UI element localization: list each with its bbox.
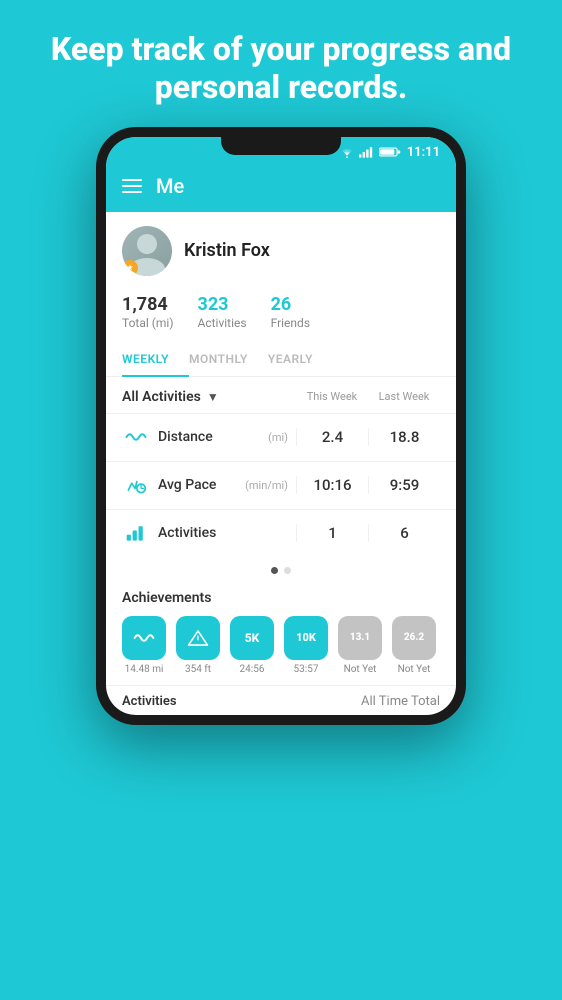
5k-achievement-badge: 5K (230, 616, 274, 660)
stat-miles-value: 1,784 (122, 294, 174, 315)
distance-last-week: 18.8 (368, 428, 440, 446)
stat-activities[interactable]: 323 Activities (198, 294, 247, 330)
list-item[interactable]: 14.48 mi (122, 616, 166, 675)
battery-icon (379, 146, 401, 158)
filter-left[interactable]: All Activities ▼ (122, 389, 219, 405)
bottom-bar-activities[interactable]: Activities (122, 694, 177, 709)
wifi-icon (339, 146, 355, 158)
list-item[interactable]: 26.2 Not Yet (392, 616, 436, 675)
distance-label: Distance (158, 429, 268, 445)
stat-friends[interactable]: 26 Friends (271, 294, 310, 330)
stat-friends-label: Friends (271, 316, 310, 330)
5k-achievement-label: 24:56 (240, 664, 265, 675)
marathon-achievement-label: Not Yet (398, 664, 431, 675)
activities-last-week: 6 (368, 524, 440, 542)
status-icons (339, 146, 401, 158)
col-headers: This Week Last Week (296, 390, 440, 403)
tab-yearly[interactable]: YEARLY (268, 342, 333, 376)
pagination-dot-2[interactable] (284, 567, 291, 574)
pagination-dots (106, 557, 456, 582)
10k-achievement-badge: 10K (284, 616, 328, 660)
elevation-achievement-badge (176, 616, 220, 660)
half-marathon-achievement-badge: 13.1 (338, 616, 382, 660)
app-header-title: Me (156, 174, 184, 198)
filter-label: All Activities (122, 389, 201, 405)
gold-badge: ★ (122, 260, 138, 276)
half-marathon-achievement-label: Not Yet (344, 664, 377, 675)
stats-row: 1,784 Total (mi) 323 Activities 26 Frien… (106, 286, 456, 342)
tab-weekly[interactable]: WEEKLY (122, 342, 189, 376)
elevation-achievement-label: 354 ft (185, 664, 211, 675)
list-item[interactable]: 354 ft (176, 616, 220, 675)
metrics-table: Distance (mi) 2.4 18.8 Avg Pace (min/mi) (106, 413, 456, 557)
activities-icon (122, 524, 150, 542)
app-header: Me (106, 164, 456, 212)
stat-activities-value: 323 (198, 294, 247, 315)
achievements-title: Achievements (122, 590, 440, 606)
distance-achievement-label: 14.48 mi (125, 664, 164, 675)
phone-notch (221, 137, 341, 155)
distance-achievement-badge (122, 616, 166, 660)
marathon-achievement-badge: 26.2 (392, 616, 436, 660)
list-item[interactable]: 5K 24:56 (230, 616, 274, 675)
phone-screen: 11:11 Me ★ Kristin Fox 1,784 Tot (106, 137, 456, 715)
phone-frame: 11:11 Me ★ Kristin Fox 1,784 Tot (96, 127, 466, 725)
achievements-list: 14.48 mi 354 ft 5K 24:56 (122, 616, 440, 675)
filter-arrow-icon: ▼ (207, 390, 219, 404)
stat-total-miles: 1,784 Total (mi) (122, 294, 174, 330)
profile-section: ★ Kristin Fox (106, 212, 456, 286)
signal-icon (359, 146, 375, 158)
activities-this-week: 1 (296, 524, 368, 542)
pace-label: Avg Pace (158, 477, 245, 493)
list-item[interactable]: 10K 53:57 (284, 616, 328, 675)
stat-miles-label: Total (mi) (122, 316, 174, 330)
table-row: Distance (mi) 2.4 18.8 (106, 413, 456, 461)
pace-this-week: 10:16 (296, 476, 368, 494)
tabs-row: WEEKLY MONTHLY YEARLY (106, 342, 456, 377)
10k-achievement-label: 53:57 (294, 664, 319, 675)
headline-text: Keep track of your progress and personal… (40, 30, 522, 107)
stat-activities-label: Activities (198, 316, 247, 330)
profile-name: Kristin Fox (184, 240, 270, 261)
list-item[interactable]: 13.1 Not Yet (338, 616, 382, 675)
activities-label: Activities (158, 525, 288, 541)
table-row: Avg Pace (min/mi) 10:16 9:59 (106, 461, 456, 509)
avatar[interactable]: ★ (122, 226, 172, 276)
pace-icon (122, 476, 150, 494)
achievements-section: Achievements 14.48 mi (106, 582, 456, 685)
last-week-header: Last Week (368, 390, 440, 403)
this-week-header: This Week (296, 390, 368, 403)
pagination-dot-1[interactable] (271, 567, 278, 574)
activity-filter-row: All Activities ▼ This Week Last Week (106, 377, 456, 413)
bottom-bar-total: All Time Total (361, 694, 440, 709)
status-time: 11:11 (407, 145, 440, 160)
stat-friends-value: 26 (271, 294, 310, 315)
distance-icon (122, 429, 150, 445)
bottom-bar: Activities All Time Total (106, 685, 456, 715)
headline-area: Keep track of your progress and personal… (0, 0, 562, 127)
distance-unit: (mi) (268, 431, 288, 444)
pace-last-week: 9:59 (368, 476, 440, 494)
tab-monthly[interactable]: MONTHLY (189, 342, 268, 376)
hamburger-icon[interactable] (122, 179, 142, 193)
pace-unit: (min/mi) (245, 479, 288, 492)
distance-this-week: 2.4 (296, 428, 368, 446)
table-row: Activities 1 6 (106, 509, 456, 557)
